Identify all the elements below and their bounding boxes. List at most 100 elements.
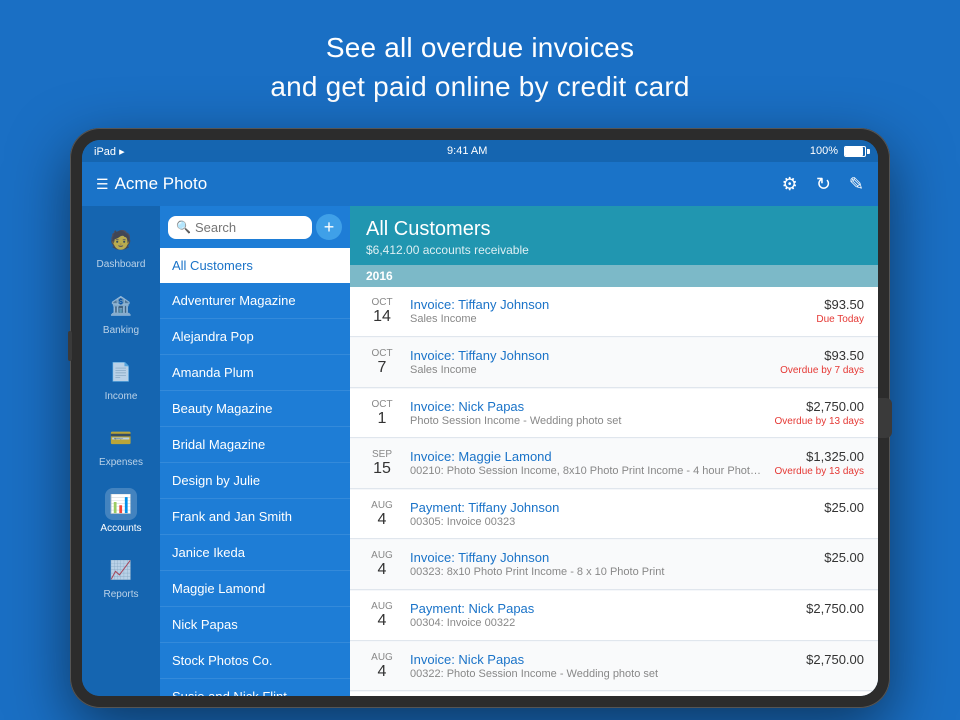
table-row[interactable]: AUG 4 Invoice: Tiffany Johnson 00323: 8x…	[350, 540, 878, 590]
ipad-device: iPad ▸ 9:41 AM 100% ☰ Acme Photo ⚙ ↻ ✎	[70, 128, 890, 708]
sidebar-item-reports[interactable]: 📈 Reports	[82, 544, 160, 610]
customer-item[interactable]: Bridal Magazine	[160, 427, 350, 463]
dashboard-nav-label: Dashboard	[97, 259, 146, 270]
app-title-text: Acme Photo	[115, 174, 208, 194]
transaction-date: AUG 4	[364, 652, 400, 681]
reports-nav-label: Reports	[103, 589, 138, 600]
accounts-nav-icon: 📊	[105, 488, 137, 520]
transaction-name: Invoice: Tiffany Johnson	[410, 550, 816, 565]
transaction-amount: $93.50 Due Today	[816, 297, 864, 325]
customer-item[interactable]: Nick Papas	[160, 607, 350, 643]
sidebar-item-expenses[interactable]: 💳 Expenses	[82, 412, 160, 478]
status-right: 100%	[810, 145, 866, 157]
home-button	[878, 398, 892, 438]
transaction-name: Invoice: Tiffany Johnson	[410, 348, 772, 363]
sidebar-item-banking[interactable]: 🏦 Banking	[82, 280, 160, 346]
refresh-icon[interactable]: ↻	[816, 174, 831, 195]
table-row[interactable]: OCT 14 Invoice: Tiffany Johnson Sales In…	[350, 287, 878, 337]
sidebar-item-dashboard[interactable]: 🧑 Dashboard	[82, 214, 160, 280]
status-badge: Due Today	[816, 314, 864, 325]
edit-icon[interactable]: ✎	[849, 174, 864, 195]
transaction-date: SEP 15	[364, 449, 400, 478]
table-row[interactable]: AUG 4 Payment: Tiffany Johnson 00305: In…	[350, 490, 878, 540]
transaction-date: AUG 4	[364, 500, 400, 529]
transaction-desc: 00323: 8x10 Photo Print Income - 8 x 10 …	[410, 566, 816, 578]
headline-line2: and get paid online by credit card	[270, 71, 689, 102]
transaction-date: AUG 4	[364, 601, 400, 630]
battery-icon	[844, 146, 866, 157]
table-row[interactable]: AUG 3 Payment: Adventurer Magazine 00303…	[350, 692, 878, 696]
transaction-amount: $2,750.00	[806, 601, 864, 616]
content-header: All Customers $6,412.00 accounts receiva…	[350, 206, 878, 265]
customer-item[interactable]: Maggie Lamond	[160, 571, 350, 607]
transaction-desc: Sales Income	[410, 364, 772, 376]
transaction-amount: $25.00	[824, 550, 864, 565]
table-row[interactable]: SEP 15 Invoice: Maggie Lamond 00210: Pho…	[350, 439, 878, 489]
ipad-screen: iPad ▸ 9:41 AM 100% ☰ Acme Photo ⚙ ↻ ✎	[82, 140, 878, 696]
transaction-desc: Photo Session Income - Wedding photo set	[410, 415, 767, 427]
customer-item[interactable]: Amanda Plum	[160, 355, 350, 391]
battery-label: 100%	[810, 145, 838, 157]
transaction-name: Payment: Nick Papas	[410, 601, 798, 616]
customer-item[interactable]: Adventurer Magazine	[160, 283, 350, 319]
transaction-info: Invoice: Maggie Lamond 00210: Photo Sess…	[410, 449, 767, 477]
customer-item[interactable]: Frank and Jan Smith	[160, 499, 350, 535]
income-nav-icon: 📄	[105, 356, 137, 388]
search-input[interactable]	[195, 220, 304, 235]
customer-list: Adventurer MagazineAlejandra PopAmanda P…	[160, 283, 350, 696]
status-bar: iPad ▸ 9:41 AM 100%	[82, 140, 878, 162]
transaction-name: Invoice: Maggie Lamond	[410, 449, 767, 464]
header-actions: ⚙ ↻ ✎	[782, 174, 864, 195]
content-title: All Customers	[366, 218, 862, 241]
customer-item[interactable]: Beauty Magazine	[160, 391, 350, 427]
customer-item[interactable]: Susie and Nick Flint	[160, 679, 350, 696]
transaction-date: OCT 14	[364, 297, 400, 326]
transaction-info: Invoice: Nick Papas Photo Session Income…	[410, 399, 767, 427]
reports-nav-icon: 📈	[105, 554, 137, 586]
customer-panel: 🔍 + All Customers Adventurer MagazineAle…	[160, 206, 350, 696]
transaction-amount: $2,750.00	[806, 652, 864, 667]
amount-value: $93.50	[816, 297, 864, 312]
status-badge: Overdue by 13 days	[775, 466, 865, 477]
transaction-desc: Sales Income	[410, 313, 808, 325]
table-row[interactable]: OCT 7 Invoice: Tiffany Johnson Sales Inc…	[350, 338, 878, 388]
amount-value: $2,750.00	[806, 601, 864, 616]
search-bar: 🔍 +	[160, 206, 350, 248]
headline-line1: See all overdue invoices	[326, 32, 634, 63]
search-magnifier-icon: 🔍	[176, 220, 191, 234]
search-input-wrapper: 🔍	[168, 216, 312, 239]
sidebar-item-accounts[interactable]: 📊 Accounts	[82, 478, 160, 544]
transaction-info: Invoice: Tiffany Johnson Sales Income	[410, 297, 808, 325]
customer-item[interactable]: Design by Julie	[160, 463, 350, 499]
status-left: iPad ▸	[94, 145, 125, 158]
amount-value: $25.00	[824, 500, 864, 515]
settings-icon[interactable]: ⚙	[782, 174, 798, 195]
transaction-info: Payment: Nick Papas 00304: Invoice 00322	[410, 601, 798, 629]
amount-value: $2,750.00	[775, 399, 865, 414]
transaction-info: Invoice: Tiffany Johnson Sales Income	[410, 348, 772, 376]
transaction-amount: $1,325.00 Overdue by 13 days	[775, 449, 865, 477]
transaction-date: OCT 7	[364, 348, 400, 377]
table-row[interactable]: AUG 4 Invoice: Nick Papas 00322: Photo S…	[350, 642, 878, 692]
transaction-desc: 00322: Photo Session Income - Wedding ph…	[410, 668, 798, 680]
sidebar-item-income[interactable]: 📄 Income	[82, 346, 160, 412]
status-time: 9:41 AM	[447, 145, 487, 157]
side-button	[68, 331, 72, 361]
transaction-amount: $93.50 Overdue by 7 days	[780, 348, 864, 376]
menu-icon[interactable]: ☰	[96, 176, 109, 193]
status-badge: Overdue by 13 days	[775, 416, 865, 427]
customer-item[interactable]: Alejandra Pop	[160, 319, 350, 355]
app-title-group: ☰ Acme Photo	[96, 174, 207, 194]
customer-item[interactable]: Stock Photos Co.	[160, 643, 350, 679]
table-row[interactable]: OCT 1 Invoice: Nick Papas Photo Session …	[350, 389, 878, 439]
accounts-nav-label: Accounts	[100, 523, 141, 534]
transaction-name: Invoice: Nick Papas	[410, 399, 767, 414]
table-row[interactable]: AUG 4 Payment: Nick Papas 00304: Invoice…	[350, 591, 878, 641]
banking-nav-label: Banking	[103, 325, 139, 336]
transaction-date: AUG 4	[364, 550, 400, 579]
add-customer-button[interactable]: +	[316, 214, 342, 240]
content-subtitle: $6,412.00 accounts receivable	[366, 243, 862, 257]
battery-fill	[845, 147, 863, 156]
customer-item[interactable]: Janice Ikeda	[160, 535, 350, 571]
all-customers-item[interactable]: All Customers	[160, 248, 350, 283]
